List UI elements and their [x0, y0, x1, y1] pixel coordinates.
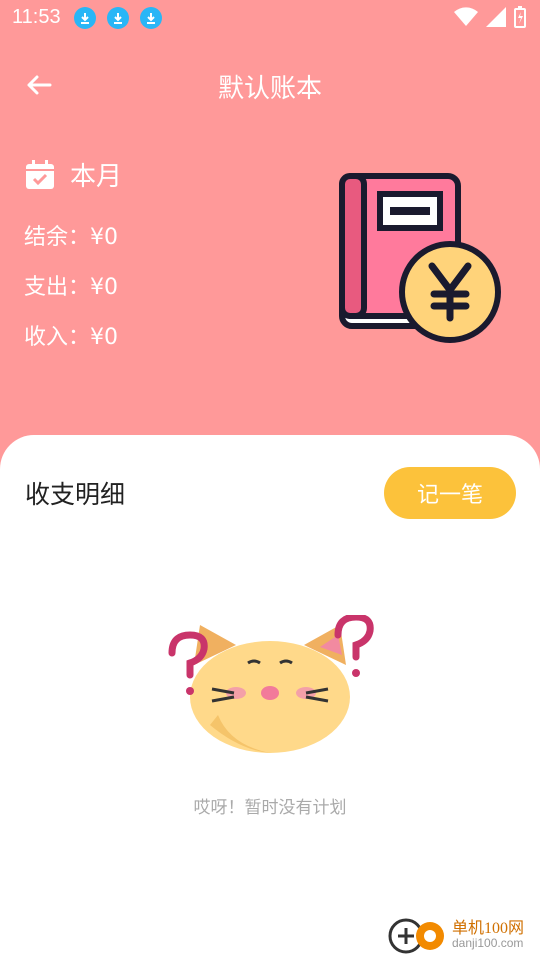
page-title: 默认账本 [217, 74, 322, 104]
download-icon [107, 7, 129, 29]
calendar-check-icon [26, 159, 54, 189]
status-bar: 11:53 [0, 0, 540, 36]
download-icon [140, 7, 162, 29]
confused-cat-illustration [168, 615, 374, 753]
site-watermark: 单机100网 danji100.com [386, 912, 536, 956]
expense-text: 支出：¥0 [24, 275, 118, 300]
app-header: 默认账本 [0, 60, 540, 110]
battery-icon [514, 6, 526, 28]
download-icon [74, 7, 96, 29]
empty-state-text: 哎呀！暂时没有计划 [193, 798, 347, 818]
period-row: 本月 [24, 156, 122, 193]
watermark-name: 单机100网 [452, 920, 525, 937]
ledger-book-illustration [339, 173, 501, 343]
details-panel: 收支明细 记一笔 哎呀！暂时没有计划 单机100网 danji100.com [0, 435, 540, 960]
add-record-button[interactable]: 记一笔 [384, 467, 516, 519]
watermark-logo-icon [388, 918, 444, 954]
details-title: 收支明细 [25, 480, 126, 509]
signal-icon [486, 7, 506, 27]
status-time: 11:53 [12, 6, 61, 28]
balance-text: 结余：¥0 [24, 225, 118, 250]
watermark-url: danji100.com [452, 936, 524, 950]
wifi-icon [454, 7, 478, 27]
period-label: 本月 [70, 162, 123, 192]
monthly-summary: 本月 结余：¥0 支出：¥0 收入：¥0 [24, 156, 122, 351]
income-text: 收入：¥0 [24, 325, 118, 350]
